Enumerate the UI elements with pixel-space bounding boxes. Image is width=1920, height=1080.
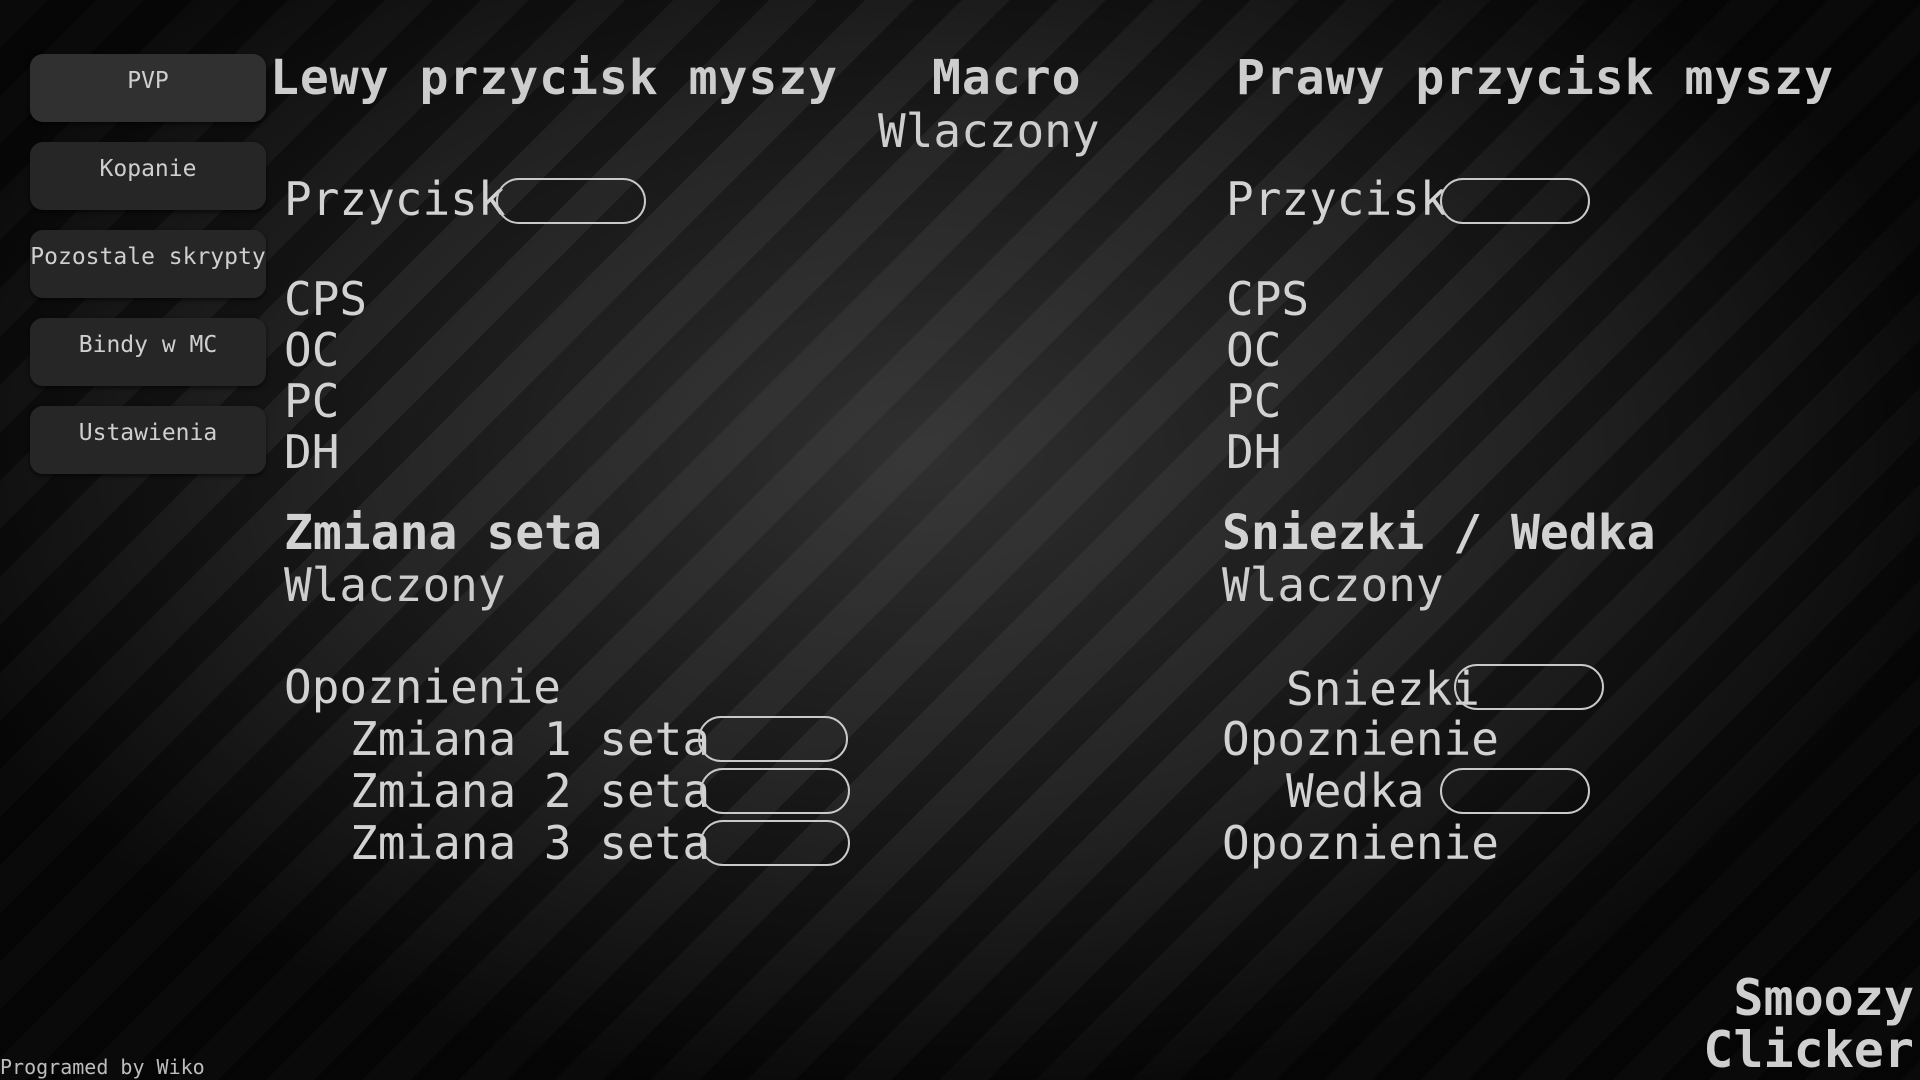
set-change-delay-label: Opoznienie <box>284 660 561 714</box>
left-button-label: Przycisk <box>284 172 506 226</box>
sidebar-item-label: Bindy w MC <box>78 332 218 358</box>
macro-title: Macro <box>932 50 1082 106</box>
right-stat-dh[interactable]: DH <box>1226 425 1281 479</box>
right-stat-cps[interactable]: CPS <box>1226 272 1309 326</box>
set-change-2-label: Zmiana 2 seta <box>350 764 711 818</box>
snowballs-rod-status-toggle[interactable]: Wlaczony <box>1222 558 1444 612</box>
rod-field[interactable] <box>1440 768 1590 814</box>
brand-line-2: Clicker <box>1703 1021 1914 1079</box>
sidebar-item-pvp[interactable]: PVP <box>30 54 266 122</box>
right-button-label: Przycisk <box>1226 172 1448 226</box>
right-button-field[interactable] <box>1440 178 1590 224</box>
left-stat-dh[interactable]: DH <box>284 425 339 479</box>
set-change-2-delay-field[interactable] <box>700 768 850 814</box>
left-mouse-header: Lewy przycisk myszy <box>270 50 839 106</box>
snowballs-rod-title: Sniezki / Wedka <box>1222 505 1656 561</box>
sidebar-item-ustawienia[interactable]: Ustawienia <box>30 406 266 474</box>
set-change-3-label: Zmiana 3 seta <box>350 816 711 870</box>
sidebar-item-label: PVP <box>127 68 169 94</box>
rod-delay-label: Opoznienie <box>1222 816 1499 870</box>
sidebar-item-pozostale-skrypty[interactable]: Pozostale skrypty <box>30 230 266 298</box>
set-change-1-delay-field[interactable] <box>698 716 848 762</box>
left-stat-pc[interactable]: PC <box>284 374 339 428</box>
macro-status-toggle[interactable]: Wlaczony <box>878 104 1100 158</box>
sidebar-item-bindy-w-mc[interactable]: Bindy w MC <box>30 318 266 386</box>
set-change-status-toggle[interactable]: Wlaczony <box>284 558 506 612</box>
set-change-1-label: Zmiana 1 seta <box>350 712 711 766</box>
sidebar-item-label: Ustawienia <box>78 420 218 446</box>
right-stat-pc[interactable]: PC <box>1226 374 1281 428</box>
right-mouse-header: Prawy przycisk myszy <box>1236 50 1834 106</box>
snowballs-label: Sniezki <box>1286 662 1480 716</box>
set-change-title: Zmiana seta <box>284 505 602 561</box>
snowballs-field[interactable] <box>1454 664 1604 710</box>
brand-line-1: Smoozy <box>1733 969 1914 1027</box>
left-button-field[interactable] <box>496 178 646 224</box>
brand-logo: Smoozy Clicker <box>1703 972 1914 1076</box>
sidebar-item-label: Kopanie <box>99 156 197 182</box>
set-change-3-delay-field[interactable] <box>700 820 850 866</box>
left-stat-cps[interactable]: CPS <box>284 272 367 326</box>
credit-text: Programed by Wiko <box>0 1055 205 1079</box>
right-stat-oc[interactable]: OC <box>1226 323 1281 377</box>
left-stat-oc[interactable]: OC <box>284 323 339 377</box>
snowballs-delay-label: Opoznienie <box>1222 712 1499 766</box>
sidebar-item-label: Pozostale skrypty <box>30 244 266 270</box>
sidebar-item-kopanie[interactable]: Kopanie <box>30 142 266 210</box>
rod-label: Wedka <box>1286 764 1425 818</box>
